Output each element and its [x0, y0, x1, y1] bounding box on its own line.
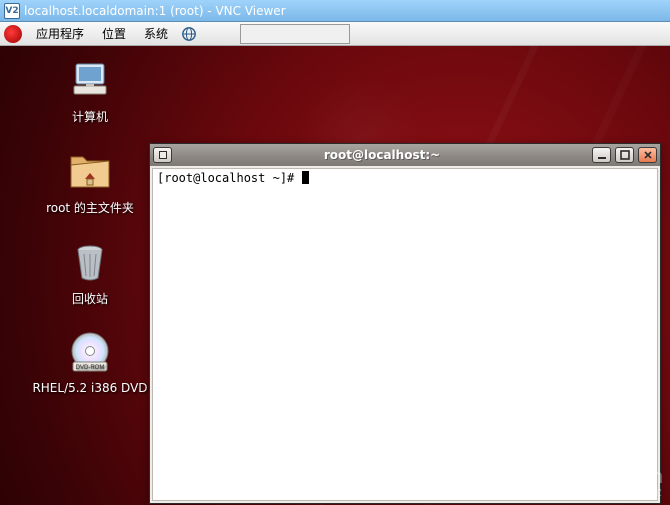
browser-launcher-icon[interactable]	[180, 25, 198, 43]
terminal-cursor	[302, 171, 309, 184]
vnc-app-icon: V2	[4, 3, 20, 19]
desktop-icon-label: RHEL/5.2 i386 DVD	[32, 381, 147, 395]
desktop-icon-label: root 的主文件夹	[46, 199, 134, 216]
dvd-disc-text: DVD-ROM	[76, 365, 105, 371]
terminal-titlebar[interactable]: root@localhost:~	[150, 144, 660, 166]
trash-icon	[66, 238, 114, 286]
vnc-titlebar: V2 localhost.localdomain:1 (root) - VNC …	[0, 0, 670, 22]
terminal-prompt: [root@localhost ~]#	[157, 171, 302, 185]
maximize-button[interactable]	[615, 147, 634, 163]
desktop-icons-column: 计算机 root 的主文件夹	[30, 56, 150, 395]
desktop-icon-label: 计算机	[72, 108, 108, 125]
computer-icon	[66, 56, 114, 104]
redhat-logo-icon[interactable]	[4, 25, 22, 43]
dvd-icon: DVD-ROM	[66, 329, 114, 377]
menu-system[interactable]: 系统	[136, 23, 176, 44]
terminal-window[interactable]: root@localhost:~ [root@localhost ~]#	[149, 143, 661, 504]
desktop-icon-dvd[interactable]: DVD-ROM RHEL/5.2 i386 DVD	[30, 329, 150, 395]
gnome-top-panel: 应用程序 位置 系统	[0, 22, 670, 46]
terminal-title: root@localhost:~	[176, 148, 588, 162]
desktop-icon-computer[interactable]: 计算机	[30, 56, 150, 125]
close-button[interactable]	[638, 147, 657, 163]
taskbar-entry[interactable]	[240, 24, 350, 44]
vnc-window-title: localhost.localdomain:1 (root) - VNC Vie…	[24, 4, 286, 18]
minimize-button[interactable]	[592, 147, 611, 163]
desktop-icon-label: 回收站	[72, 290, 108, 307]
desktop-icon-home[interactable]: root 的主文件夹	[30, 147, 150, 216]
terminal-body[interactable]: [root@localhost ~]#	[152, 168, 658, 501]
desktop-icon-trash[interactable]: 回收站	[30, 238, 150, 307]
window-menu-icon[interactable]	[153, 147, 172, 163]
home-folder-icon	[66, 147, 114, 195]
menu-places[interactable]: 位置	[94, 23, 134, 44]
menu-applications[interactable]: 应用程序	[28, 23, 92, 44]
desktop-area[interactable]: 计算机 root 的主文件夹	[0, 46, 670, 505]
